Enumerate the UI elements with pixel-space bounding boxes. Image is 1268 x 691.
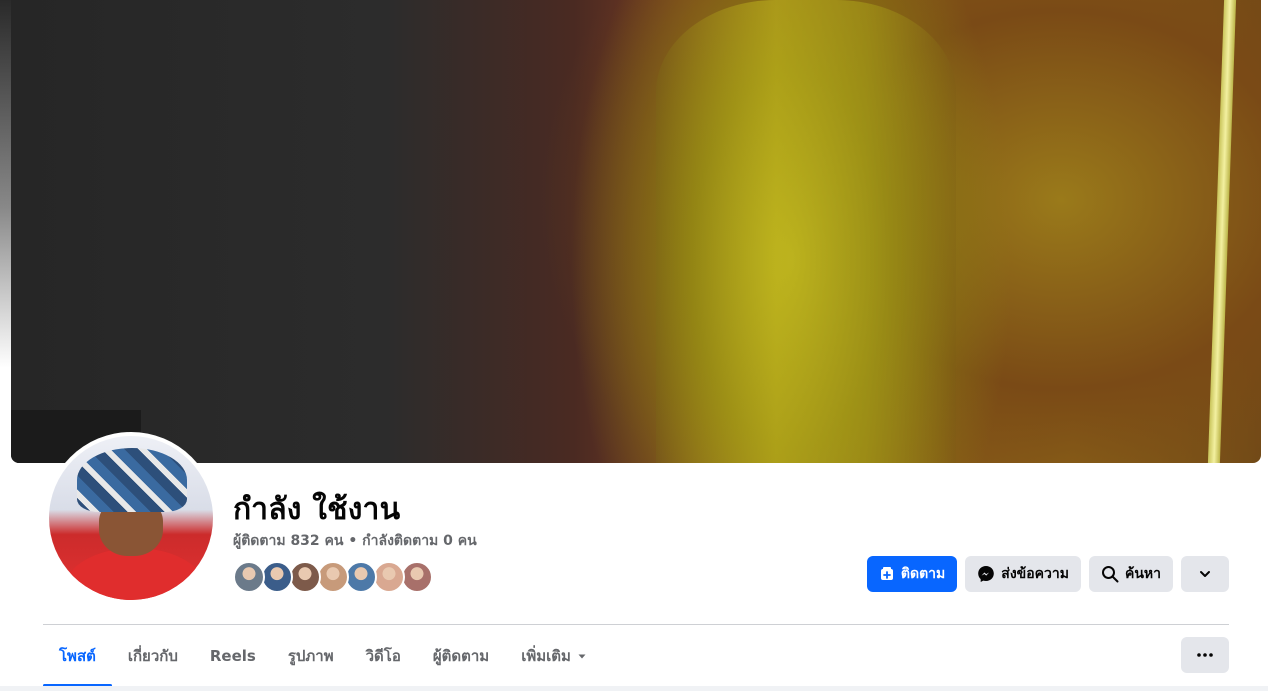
search-icon — [1101, 565, 1119, 583]
follower-avatars — [233, 561, 433, 593]
chevron-down-icon — [1198, 567, 1212, 581]
tab-label: ผู้ติดตาม — [432, 647, 490, 665]
profile-avatar[interactable] — [45, 432, 217, 604]
tab-label: รูปภาพ — [287, 647, 334, 665]
search-button[interactable]: ค้นหา — [1088, 556, 1173, 592]
expand-button[interactable] — [1181, 556, 1229, 592]
user-plus-icon — [879, 566, 895, 582]
more-dots-icon — [1197, 653, 1213, 657]
tab-label: Reels — [209, 647, 256, 665]
cover-figure — [656, 0, 956, 463]
left-gutter — [0, 0, 11, 460]
tabs-divider — [43, 624, 1229, 625]
follower-avatar[interactable] — [317, 561, 349, 593]
tab-item[interactable]: เพิ่มเติม — [505, 626, 603, 686]
follower-avatar[interactable] — [401, 561, 433, 593]
cover-photo[interactable] — [11, 0, 1261, 463]
tab-item[interactable]: ผู้ติดตาม — [417, 626, 505, 686]
tab-label: วิดีโอ — [365, 647, 401, 665]
tab-item[interactable]: Reels — [194, 626, 272, 686]
follower-avatar[interactable] — [345, 561, 377, 593]
follow-label: ติดตาม — [900, 566, 946, 582]
tab-label: เพิ่มเติม — [521, 647, 571, 665]
tab-item[interactable]: โพสต์ — [43, 626, 112, 687]
profile-tabs: โพสต์ เกี่ยวกับ Reels รูปภาพ วิดีโอ ผู้ติดตาม… — [43, 626, 603, 687]
tab-item[interactable]: รูปภาพ — [272, 626, 350, 686]
tab-item[interactable]: เกี่ยวกับ — [112, 626, 194, 686]
caret-down-icon — [577, 647, 587, 665]
follow-button[interactable]: ติดตาม — [866, 556, 958, 592]
follower-avatar[interactable] — [261, 561, 293, 593]
profile-name: กำลัง ใช้งาน — [233, 492, 401, 527]
more-options-button[interactable] — [1181, 637, 1229, 673]
message-button[interactable]: ส่งข้อความ — [965, 556, 1081, 592]
profile-page: กำลัง ใช้งาน ผู้ติดตาม 832 คน • กำลังติด… — [0, 0, 1268, 691]
follow-stats[interactable]: ผู้ติดตาม 832 คน • กำลังติดตาม 0 คน — [233, 530, 477, 552]
follower-avatar[interactable] — [233, 561, 265, 593]
messenger-icon — [977, 565, 995, 583]
message-label: ส่งข้อความ — [1001, 566, 1069, 582]
avatar-image — [49, 436, 213, 600]
tab-item[interactable]: วิดีโอ — [350, 626, 417, 686]
follower-avatar[interactable] — [373, 561, 405, 593]
content-area-edge — [0, 686, 1268, 691]
avatar-hat — [77, 448, 187, 512]
cover-pole — [1207, 0, 1237, 463]
tab-label: โพสต์ — [59, 647, 96, 665]
follower-avatar[interactable] — [289, 561, 321, 593]
search-label: ค้นหา — [1124, 566, 1161, 582]
profile-actions: ติดตาม ส่งข้อความ ค้นหา — [866, 556, 1229, 592]
tab-label: เกี่ยวกับ — [127, 647, 178, 665]
